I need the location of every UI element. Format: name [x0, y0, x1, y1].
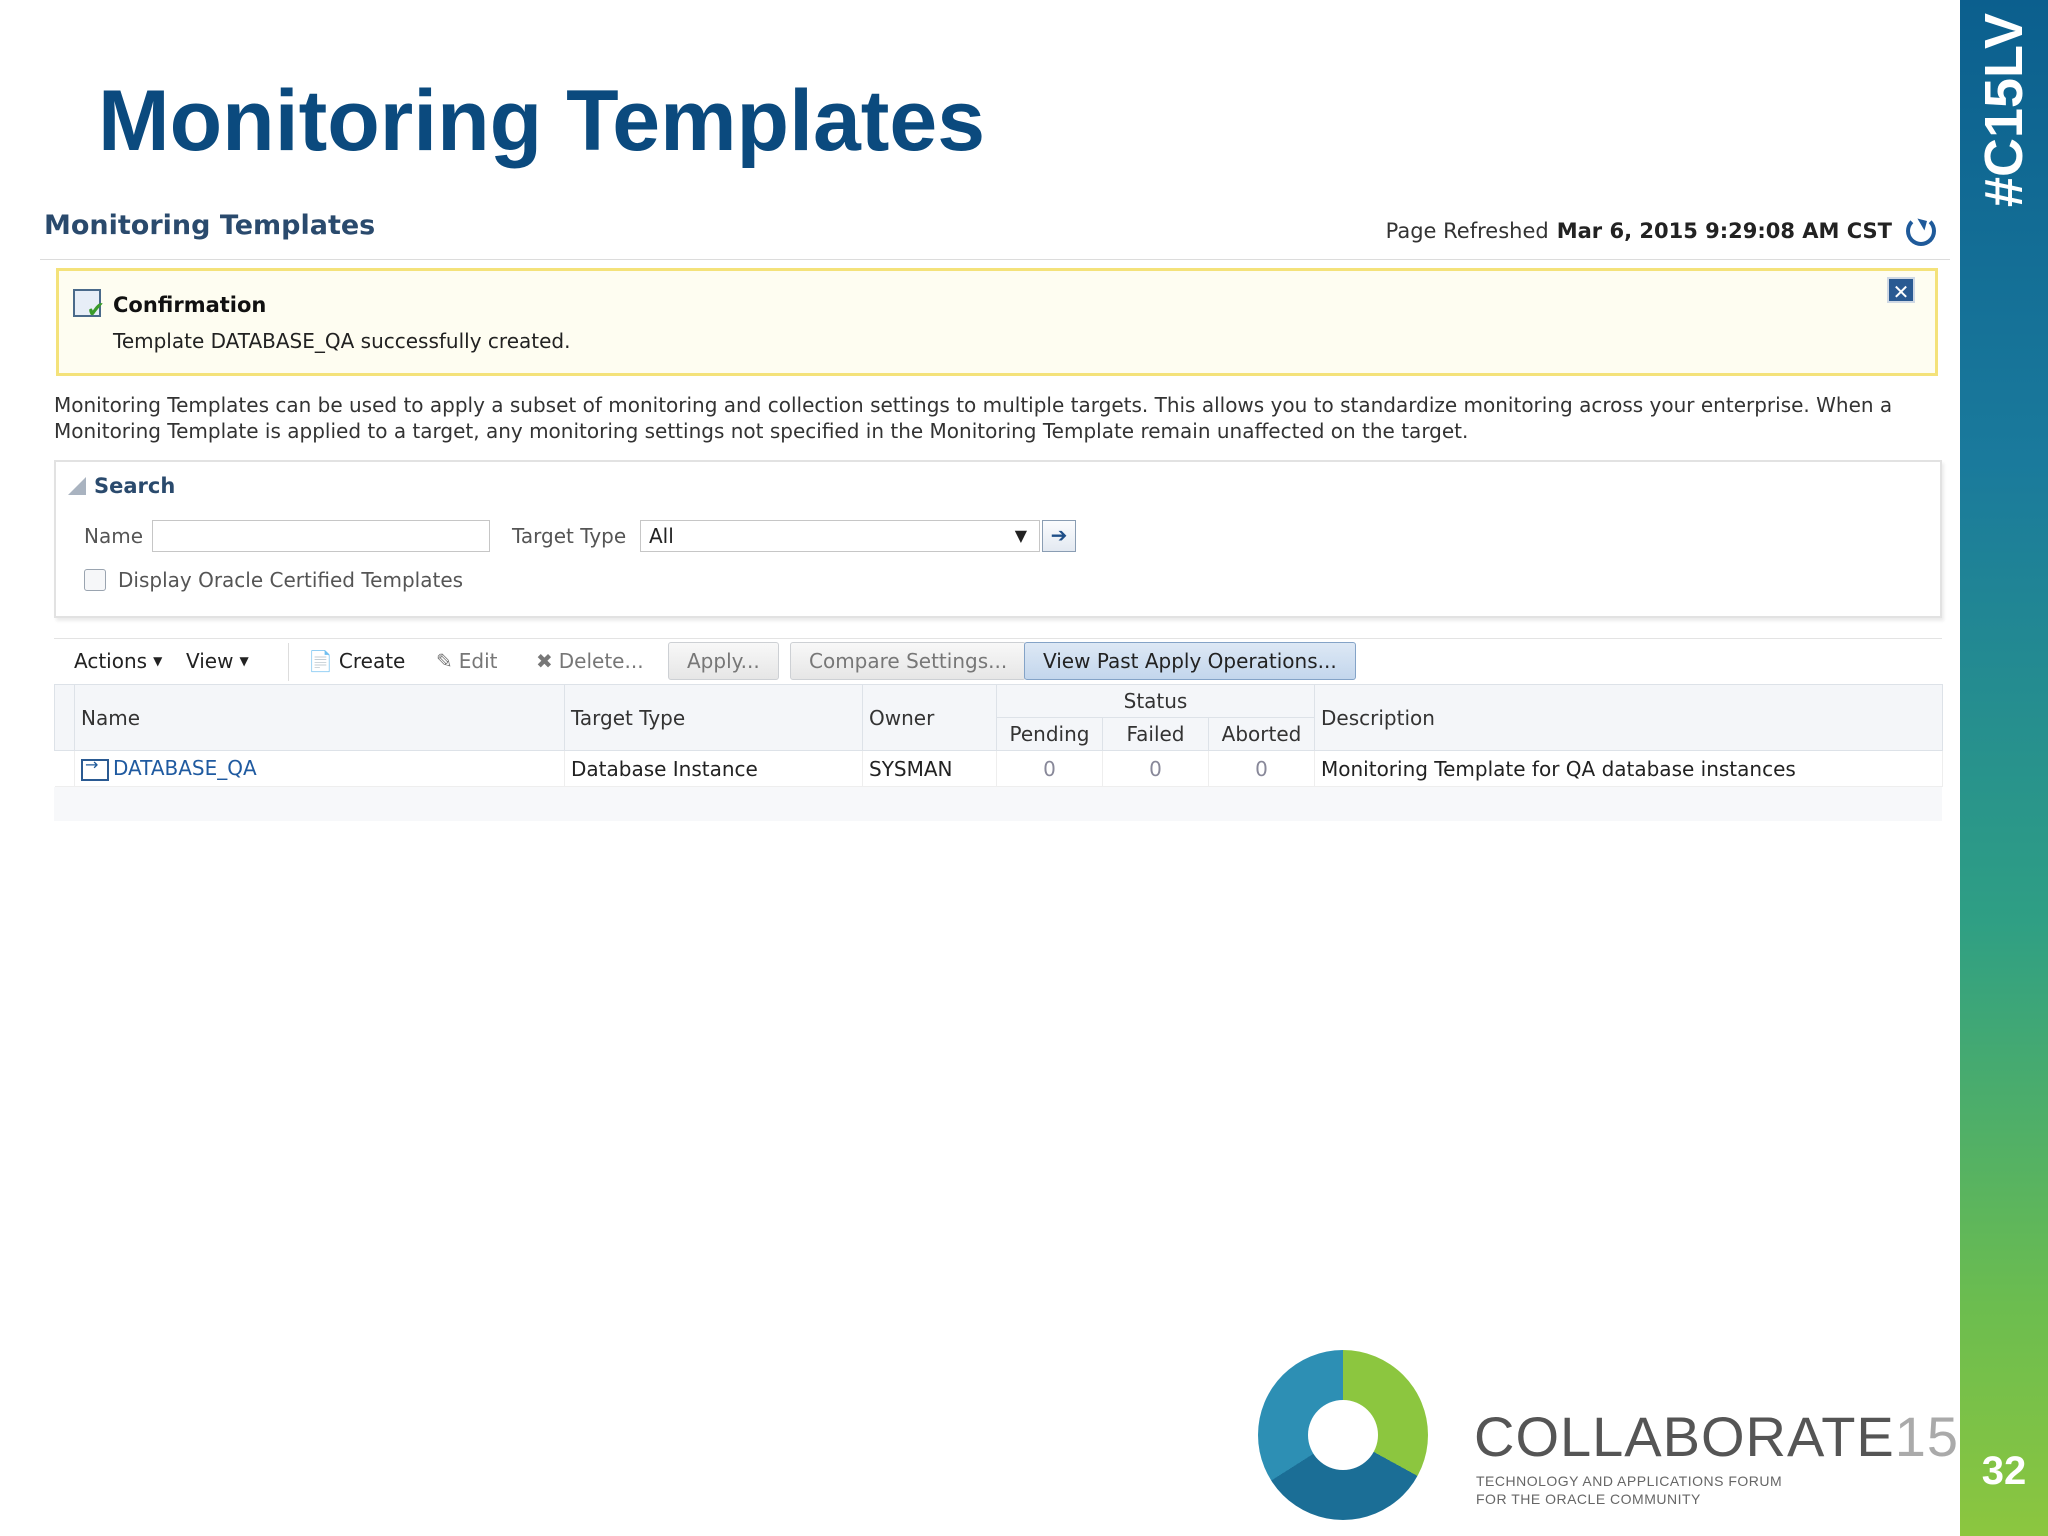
- edit-label: Edit: [458, 649, 498, 673]
- delete-label: Delete...: [558, 649, 644, 673]
- chevron-down-icon: ▼: [239, 654, 249, 668]
- cell-failed: 0: [1102, 750, 1209, 787]
- create-button[interactable]: 📄 Create: [308, 649, 405, 673]
- page-title: Monitoring Templates: [44, 210, 376, 241]
- logo-name: COLLABORATE: [1474, 1405, 1895, 1468]
- confirmation-message: Template DATABASE_QA successfully create…: [113, 329, 571, 353]
- compare-settings-button[interactable]: Compare Settings...: [790, 642, 1027, 680]
- template-name-link[interactable]: DATABASE_QA: [74, 750, 565, 787]
- certified-label: Display Oracle Certified Templates: [118, 568, 464, 592]
- col-aborted[interactable]: Aborted: [1208, 717, 1315, 751]
- apply-button[interactable]: Apply...: [668, 642, 779, 680]
- view-label: View: [186, 649, 234, 673]
- close-icon[interactable]: ✕: [1887, 277, 1915, 304]
- edit-button[interactable]: ✎ Edit: [436, 649, 498, 673]
- create-label: Create: [338, 649, 406, 673]
- toolbar: Actions ▼ View ▼ 📄 Create ✎ Edit ✖ Delete... …: [54, 638, 1942, 684]
- page-description: Monitoring Templates can be used to appl…: [54, 393, 1893, 443]
- cell-owner: SYSMAN: [862, 750, 997, 787]
- target-type-label: Target Type: [512, 524, 627, 548]
- confirmation-title: Confirmation: [113, 293, 267, 317]
- logo-number: 15: [1894, 1405, 1960, 1468]
- page-header: Monitoring Templates Page Refreshed Mar …: [40, 200, 1950, 260]
- page-refreshed: Page Refreshed Mar 6, 2015 9:29:08 AM CS…: [1386, 216, 1936, 246]
- logo-tagline-1: TECHNOLOGY AND APPLICATIONS FORUM: [1476, 1473, 1783, 1489]
- collapse-triangle-icon[interactable]: [68, 477, 86, 495]
- actions-label: Actions: [74, 649, 148, 673]
- col-status: Status: [996, 684, 1315, 718]
- col-failed[interactable]: Failed: [1102, 717, 1209, 751]
- cell-pending: 0: [996, 750, 1103, 787]
- refresh-icon[interactable]: [1906, 216, 1936, 246]
- logo-wordmark: COLLABORATE15: [1474, 1404, 1959, 1469]
- toolbar-separator: [288, 643, 289, 681]
- target-type-select[interactable]: All ▼: [640, 520, 1040, 552]
- certified-checkbox[interactable]: [84, 569, 106, 591]
- cell-aborted: 0: [1208, 750, 1315, 787]
- search-header[interactable]: Search: [68, 474, 175, 498]
- template-name: DATABASE_QA: [113, 756, 257, 781]
- cell-target-type: Database Instance: [564, 750, 863, 787]
- confirmation-icon: [73, 289, 105, 323]
- col-owner[interactable]: Owner: [862, 684, 997, 751]
- row-selector-header: [54, 684, 75, 751]
- chevron-down-icon: ▼: [153, 654, 163, 668]
- cell-description: Monitoring Template for QA database inst…: [1314, 750, 1943, 787]
- logo-tagline: TECHNOLOGY AND APPLICATIONS FORUM FOR TH…: [1476, 1472, 1782, 1508]
- dropdown-caret-icon: ▼: [1014, 526, 1027, 545]
- hashtag: #C15LV: [1974, 12, 2034, 208]
- name-input[interactable]: [152, 520, 490, 552]
- table-footer: [54, 787, 1942, 821]
- col-name[interactable]: Name: [74, 684, 565, 751]
- search-panel: Search Name Target Type All ▼ ➔ Display …: [54, 460, 1942, 618]
- search-go-button[interactable]: ➔: [1042, 520, 1076, 552]
- template-icon: [81, 755, 109, 781]
- delete-x-icon: ✖: [536, 649, 553, 673]
- slide-sidebar: #C15LV 32: [1960, 0, 2048, 1536]
- pencil-icon: ✎: [436, 649, 453, 673]
- col-pending[interactable]: Pending: [996, 717, 1103, 751]
- refreshed-label: Page Refreshed: [1385, 219, 1549, 243]
- search-title: Search: [94, 474, 176, 498]
- slide-title: Monitoring Templates: [98, 73, 986, 169]
- col-target-type[interactable]: Target Type: [564, 684, 863, 751]
- col-description[interactable]: Description: [1314, 684, 1943, 751]
- view-past-apply-button[interactable]: View Past Apply Operations...: [1024, 642, 1356, 680]
- table-row[interactable]: DATABASE_QA Database Instance SYSMAN 0 0…: [54, 750, 1943, 787]
- view-menu[interactable]: View ▼: [186, 649, 249, 673]
- row-selector[interactable]: [54, 750, 75, 787]
- actions-menu[interactable]: Actions ▼: [74, 649, 162, 673]
- create-icon: 📄: [308, 649, 333, 673]
- target-type-value: All: [649, 524, 674, 548]
- screenshot-content: Monitoring Templates Page Refreshed Mar …: [40, 200, 1950, 821]
- refreshed-time: Mar 6, 2015 9:29:08 AM CST: [1556, 219, 1892, 243]
- templates-table: Name Target Type Owner Status Descriptio…: [54, 684, 1943, 821]
- name-label: Name: [84, 524, 144, 548]
- page-number: 32: [1981, 1449, 2027, 1493]
- logo-tagline-2: FOR THE ORACLE COMMUNITY: [1476, 1491, 1701, 1507]
- delete-button[interactable]: ✖ Delete...: [536, 649, 644, 673]
- collaborate-logo-icon: [1258, 1350, 1428, 1520]
- confirmation-box: Confirmation Template DATABASE_QA succes…: [56, 268, 1938, 376]
